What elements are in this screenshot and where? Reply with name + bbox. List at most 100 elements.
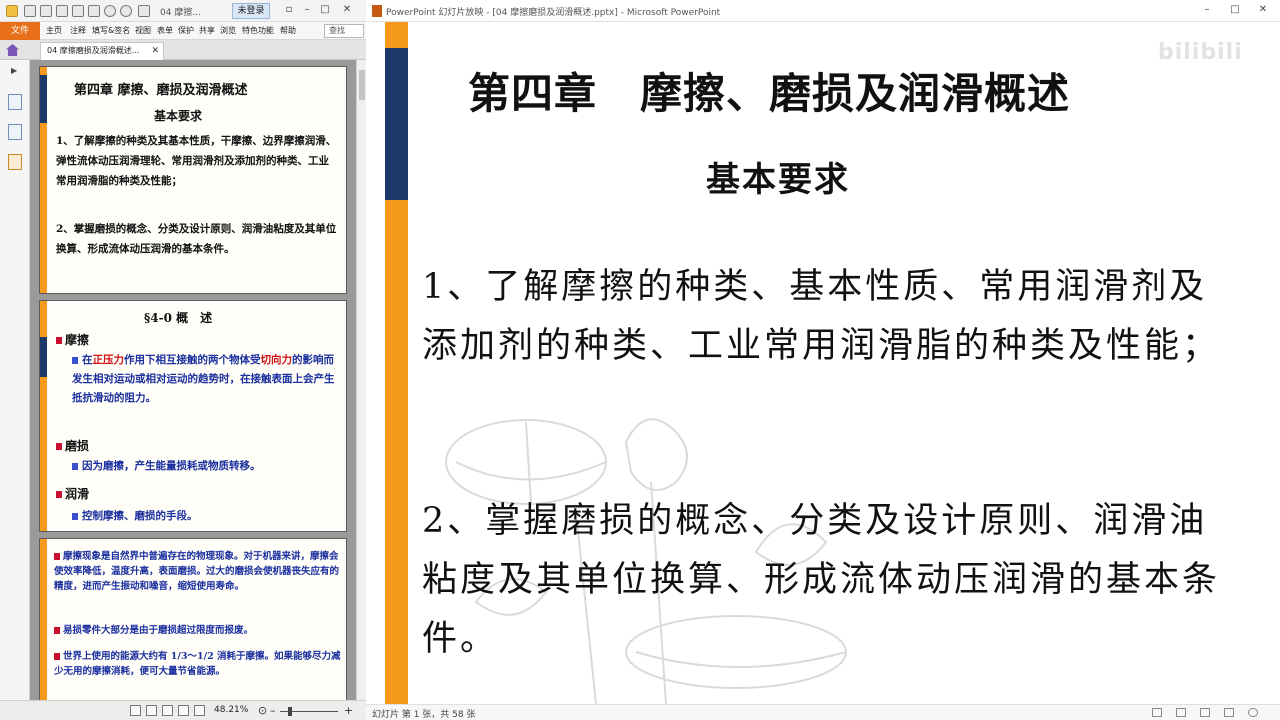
single-page-icon[interactable] — [130, 705, 141, 716]
minimize-icon[interactable]: – — [1200, 3, 1214, 17]
fit-window-icon[interactable] — [1248, 708, 1258, 717]
document-tab[interactable]: 04 摩擦磨损及润滑概述... ✕ — [40, 42, 164, 60]
pdf-reader-window: 04 摩擦... 未登录 ▫ – □ ✕ 文件 主页 注释 填写&签名 视图 表… — [0, 0, 366, 720]
menu-protect[interactable]: 保护 — [178, 25, 194, 36]
menu-share[interactable]: 共享 — [199, 25, 215, 36]
maximize-icon[interactable]: □ — [1228, 3, 1242, 17]
page-3-para-1: 摩擦现象是自然界中普遍存在的物理现象。对于机器来讲，摩擦会使效率降低，温度升高，… — [54, 549, 342, 594]
bookmark-icon[interactable] — [8, 124, 22, 140]
bullet-icon — [72, 462, 78, 470]
powerpoint-app-icon — [372, 5, 382, 17]
lube-heading: 润滑 — [56, 485, 89, 502]
page-1-subtitle: 基本要求 — [154, 109, 203, 123]
page-3-para-3: 世界上使用的能源大约有 1/3～1/2 消耗于摩擦。如果能够尽力减少无用的摩擦消… — [54, 649, 342, 679]
pdf-page-2: §4-0 概 述 摩擦 在正压力作用下相互接触的两个物体受切向力的影响而发生相对… — [39, 300, 347, 532]
page-accent-navy — [40, 75, 47, 123]
reader-statusbar: 48.21% ⊙ – + — [0, 700, 366, 720]
lube-definition: 控制摩擦、磨损的手段。 — [72, 507, 342, 526]
bullet-icon — [54, 627, 60, 634]
zoom-dropdown-icon[interactable]: ⊙ — [258, 704, 267, 717]
wear-heading: 磨损 — [56, 437, 89, 454]
reader-doc-title: 04 摩擦... — [160, 8, 201, 18]
bullet-icon — [56, 491, 62, 498]
ppt-titlebar: PowerPoint 幻灯片放映 - [04 摩擦磨损及润滑概述.pptx] -… — [366, 0, 1280, 22]
bullet-icon — [56, 337, 62, 344]
menu-features[interactable]: 特色功能 — [242, 25, 274, 36]
pin-icon[interactable]: ▫ — [282, 3, 296, 17]
menu-file[interactable]: 文件 — [0, 22, 40, 40]
bullet-icon — [72, 512, 78, 520]
sidebar-toggle-icon[interactable]: ▶ — [11, 66, 17, 75]
page-1-title: 第四章 摩擦、磨损及润滑概述 — [74, 83, 248, 98]
slide-item-2: 2、掌握磨损的概念、分类及设计原则、润滑油粘度及其单位换算、形成流体动压润滑的基… — [422, 501, 1221, 659]
search-input[interactable]: 查找 — [324, 24, 364, 38]
slide-subtitle: 基本要求 — [706, 160, 850, 200]
minimize-icon[interactable]: – — [300, 3, 314, 17]
wear-definition: 因为磨擦，产生能量损耗或物质转移。 — [72, 457, 342, 476]
friction-text-mid: 作用下相互接触的两个物体受 — [124, 354, 261, 366]
document-view[interactable]: 第四章 摩擦、磨损及润滑概述 基本要求 1、了解摩擦的种类及其基本性质，干摩擦、… — [30, 60, 356, 700]
slide-sorter-icon[interactable] — [1176, 708, 1186, 717]
menu-comment[interactable]: 注释 — [70, 25, 86, 36]
page-accent-navy — [40, 337, 47, 377]
edit-icon[interactable] — [88, 5, 100, 17]
zoom-out-icon[interactable]: – — [270, 704, 276, 717]
home-icon[interactable] — [6, 44, 19, 56]
maximize-icon[interactable]: □ — [318, 3, 332, 17]
page-accent-bar — [40, 301, 47, 531]
wear-heading-text: 磨损 — [65, 439, 90, 453]
login-button[interactable]: 未登录 — [232, 3, 270, 19]
two-page-continuous-icon[interactable] — [178, 705, 189, 716]
close-icon[interactable]: ✕ — [340, 3, 354, 17]
zoom-level[interactable]: 48.21% — [214, 705, 248, 715]
continuous-page-icon[interactable] — [146, 705, 157, 716]
undo-icon[interactable] — [104, 5, 116, 17]
scrollbar-thumb[interactable] — [359, 70, 365, 100]
vertical-scrollbar[interactable] — [356, 60, 366, 700]
print-icon[interactable] — [56, 5, 68, 17]
friction-definition: 在正压力作用下相互接触的两个物体受切向力的影响而发生相对运动或相对运动的趋势时，… — [72, 351, 342, 408]
email-icon[interactable] — [72, 5, 84, 17]
menu-help[interactable]: 帮助 — [280, 25, 296, 36]
menu-form[interactable]: 表单 — [157, 25, 173, 36]
menu-browse[interactable]: 浏览 — [220, 25, 236, 36]
powerpoint-window: PowerPoint 幻灯片放映 - [04 摩擦磨损及润滑概述.pptx] -… — [366, 0, 1280, 720]
two-page-icon[interactable] — [162, 705, 173, 716]
slide-accent-navy — [385, 48, 408, 200]
hand-tool-icon[interactable] — [138, 5, 150, 17]
close-icon[interactable]: ✕ — [1256, 3, 1270, 17]
wear-text: 因为磨擦，产生能量损耗或物质转移。 — [82, 460, 261, 472]
open-folder-icon[interactable] — [24, 5, 36, 17]
document-tab-label: 04 摩擦磨损及润滑概述... — [47, 46, 140, 55]
menu-view[interactable]: 视图 — [135, 25, 151, 36]
attachment-icon[interactable] — [8, 154, 22, 170]
slide-canvas[interactable]: bilibili 第四章 摩擦、磨损及润滑概述 基本要求 1、了解摩擦的种类、基… — [366, 22, 1280, 704]
menu-home[interactable]: 主页 — [46, 25, 62, 36]
ppt-window-title: PowerPoint 幻灯片放映 - [04 摩擦磨损及润滑概述.pptx] -… — [386, 8, 721, 18]
slideshow-icon[interactable] — [1224, 708, 1234, 717]
bullet-icon — [72, 356, 78, 364]
slide-title: 第四章 摩擦、磨损及润滑概述 — [468, 69, 1071, 118]
page-3-para-2-text: 易损零件大部分是由于磨损超过限度而报废。 — [63, 625, 254, 636]
reading-view-icon[interactable] — [1200, 708, 1210, 717]
tangential-force-term: 切向力 — [260, 354, 293, 366]
page-thumbnail-icon[interactable] — [8, 94, 22, 110]
slide-item-1: 1、了解摩擦的种类、基本性质、常用润滑剂及添加剂的种类、工业常用润滑脂的种类及性… — [422, 267, 1221, 366]
fit-page-icon[interactable] — [194, 705, 205, 716]
tab-close-icon[interactable]: ✕ — [151, 43, 159, 59]
bullet-icon — [56, 443, 62, 450]
page-3-para-3-text: 世界上使用的能源大约有 1/3～1/2 消耗于摩擦。如果能够尽力减少无用的摩擦消… — [54, 651, 341, 677]
reader-tabbar: 04 摩擦磨损及润滑概述... ✕ — [0, 40, 366, 60]
zoom-in-icon[interactable]: + — [344, 704, 353, 717]
friction-heading: 摩擦 — [56, 331, 89, 348]
page-1-item-1: 1、了解摩擦的种类及其基本性质，干摩擦、边界摩擦润滑、弹性流体动压润滑理轮、常用… — [56, 135, 337, 187]
bullet-icon — [54, 653, 60, 660]
normal-force-term: 正压力 — [92, 354, 125, 366]
menu-fill-sign[interactable]: 填写&签名 — [92, 25, 130, 36]
zoom-slider-handle[interactable] — [288, 707, 292, 716]
bullet-icon — [54, 553, 60, 560]
normal-view-icon[interactable] — [1152, 708, 1162, 717]
save-icon[interactable] — [40, 5, 52, 17]
page-accent-bar — [40, 539, 47, 700]
redo-icon[interactable] — [120, 5, 132, 17]
